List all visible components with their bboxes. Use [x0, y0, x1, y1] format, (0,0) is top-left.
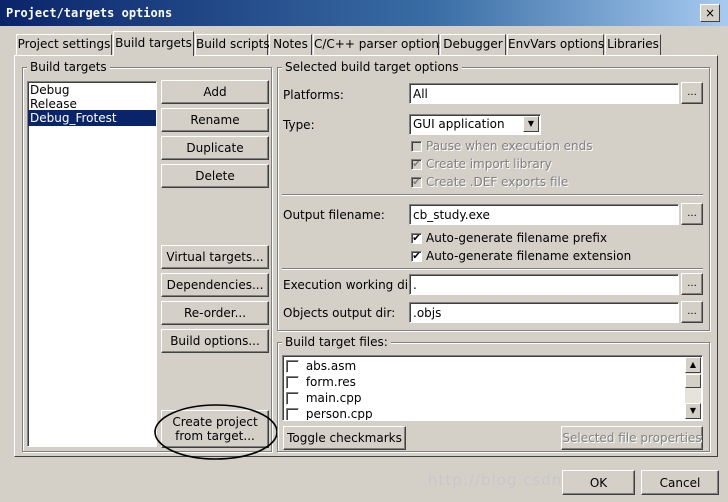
file-name: person.cpp — [305, 407, 373, 421]
file-checkbox[interactable] — [286, 392, 299, 405]
build-targets-legend: Build targets — [27, 60, 110, 74]
tab-libraries[interactable]: Libraries — [605, 34, 661, 55]
build-target-files-legend: Build target files: — [282, 335, 391, 349]
files-scrollbar[interactable]: ▲ ▼ — [685, 357, 701, 419]
execution-dir-field[interactable] — [409, 274, 679, 295]
execution-dir-browse-button[interactable]: ... — [681, 273, 703, 295]
list-item-selected[interactable]: Debug_Frotest — [28, 110, 156, 126]
execution-dir-label: Execution working dir: — [283, 278, 417, 292]
build-options-button[interactable]: Build options... — [161, 329, 269, 353]
list-item[interactable]: abs.asm — [286, 359, 356, 373]
platforms-browse-button[interactable]: ... — [681, 82, 703, 104]
output-filename-field[interactable] — [409, 204, 679, 225]
file-checkbox[interactable] — [286, 360, 299, 373]
window-title: Project/targets options — [6, 6, 173, 20]
file-name: main.cpp — [305, 391, 362, 405]
target-options-legend: Selected build target options — [282, 60, 462, 74]
create-project-line2: from target... — [175, 429, 255, 443]
type-select[interactable]: GUI application ▼ — [409, 114, 541, 135]
scroll-thumb[interactable] — [685, 374, 701, 388]
import-library-checkbox[interactable]: ✔ — [411, 159, 422, 170]
divider — [282, 194, 703, 196]
list-item[interactable]: form.res — [286, 375, 356, 389]
platforms-field[interactable] — [409, 83, 679, 104]
build-target-files-list[interactable]: abs.asm form.res main.cpp person.cpp ▲ ▼ — [282, 355, 703, 421]
objects-dir-browse-button[interactable]: ... — [681, 301, 703, 323]
tab-debugger[interactable]: Debugger — [440, 34, 506, 55]
duplicate-button[interactable]: Duplicate — [161, 136, 269, 160]
pause-checkbox[interactable] — [411, 141, 422, 152]
tab-build-targets[interactable]: Build targets — [113, 31, 194, 56]
tab-envvars-options[interactable]: EnvVars options — [507, 34, 604, 55]
list-item[interactable]: person.cpp — [286, 407, 373, 421]
file-checkbox[interactable] — [286, 408, 299, 420]
auto-extension-checkbox[interactable]: ✔ — [411, 251, 422, 262]
file-properties-button[interactable]: Selected file properties — [561, 426, 703, 450]
create-project-line1: Create project — [172, 415, 258, 429]
scroll-down-icon[interactable]: ▼ — [685, 403, 701, 419]
type-select-value: GUI application — [413, 117, 505, 131]
virtual-targets-button[interactable]: Virtual targets... — [161, 245, 269, 269]
objects-dir-field[interactable] — [409, 302, 679, 323]
def-exports-label: Create .DEF exports file — [426, 175, 569, 189]
tab-build-scripts[interactable]: Build scripts — [195, 34, 270, 55]
tab-notes[interactable]: Notes — [269, 34, 312, 55]
add-button[interactable]: Add — [161, 80, 269, 104]
build-targets-list[interactable]: Debug Release Debug_Frotest — [27, 81, 157, 447]
auto-prefix-checkbox[interactable]: ✔ — [411, 233, 422, 244]
dependencies-button[interactable]: Dependencies... — [161, 273, 269, 297]
file-name: form.res — [305, 375, 356, 389]
scroll-up-icon[interactable]: ▲ — [685, 357, 701, 373]
cancel-button[interactable]: Cancel — [641, 470, 719, 495]
delete-button[interactable]: Delete — [161, 164, 269, 188]
ok-button[interactable]: OK — [562, 470, 635, 495]
file-checkbox[interactable] — [286, 376, 299, 389]
type-label: Type: — [283, 118, 315, 132]
tab-project-settings[interactable]: Project settings — [16, 34, 112, 55]
objects-dir-label: Objects output dir: — [283, 306, 396, 320]
tab-parser-options[interactable]: C/C++ parser options — [313, 34, 445, 55]
create-project-from-target-button[interactable]: Create project from target... — [161, 410, 269, 448]
close-button[interactable]: × — [700, 4, 720, 22]
reorder-button[interactable]: Re-order... — [161, 301, 269, 325]
file-name: abs.asm — [305, 359, 357, 373]
output-filename-label: Output filename: — [283, 208, 385, 222]
def-exports-checkbox[interactable]: ✔ — [411, 177, 422, 188]
window-title-bar: Project/targets options × — [0, 0, 728, 26]
output-filename-browse-button[interactable]: ... — [681, 203, 703, 225]
auto-extension-label: Auto-generate filename extension — [426, 249, 632, 263]
rename-button[interactable]: Rename — [161, 108, 269, 132]
auto-prefix-label: Auto-generate filename prefix — [426, 231, 608, 245]
platforms-label: Platforms: — [283, 88, 344, 102]
import-library-label: Create import library — [426, 157, 552, 171]
list-item[interactable]: main.cpp — [286, 391, 361, 405]
toggle-checkmarks-button[interactable]: Toggle checkmarks — [283, 426, 406, 450]
pause-label: Pause when execution ends — [426, 139, 593, 153]
chevron-down-icon[interactable]: ▼ — [523, 116, 539, 132]
divider — [282, 268, 703, 270]
